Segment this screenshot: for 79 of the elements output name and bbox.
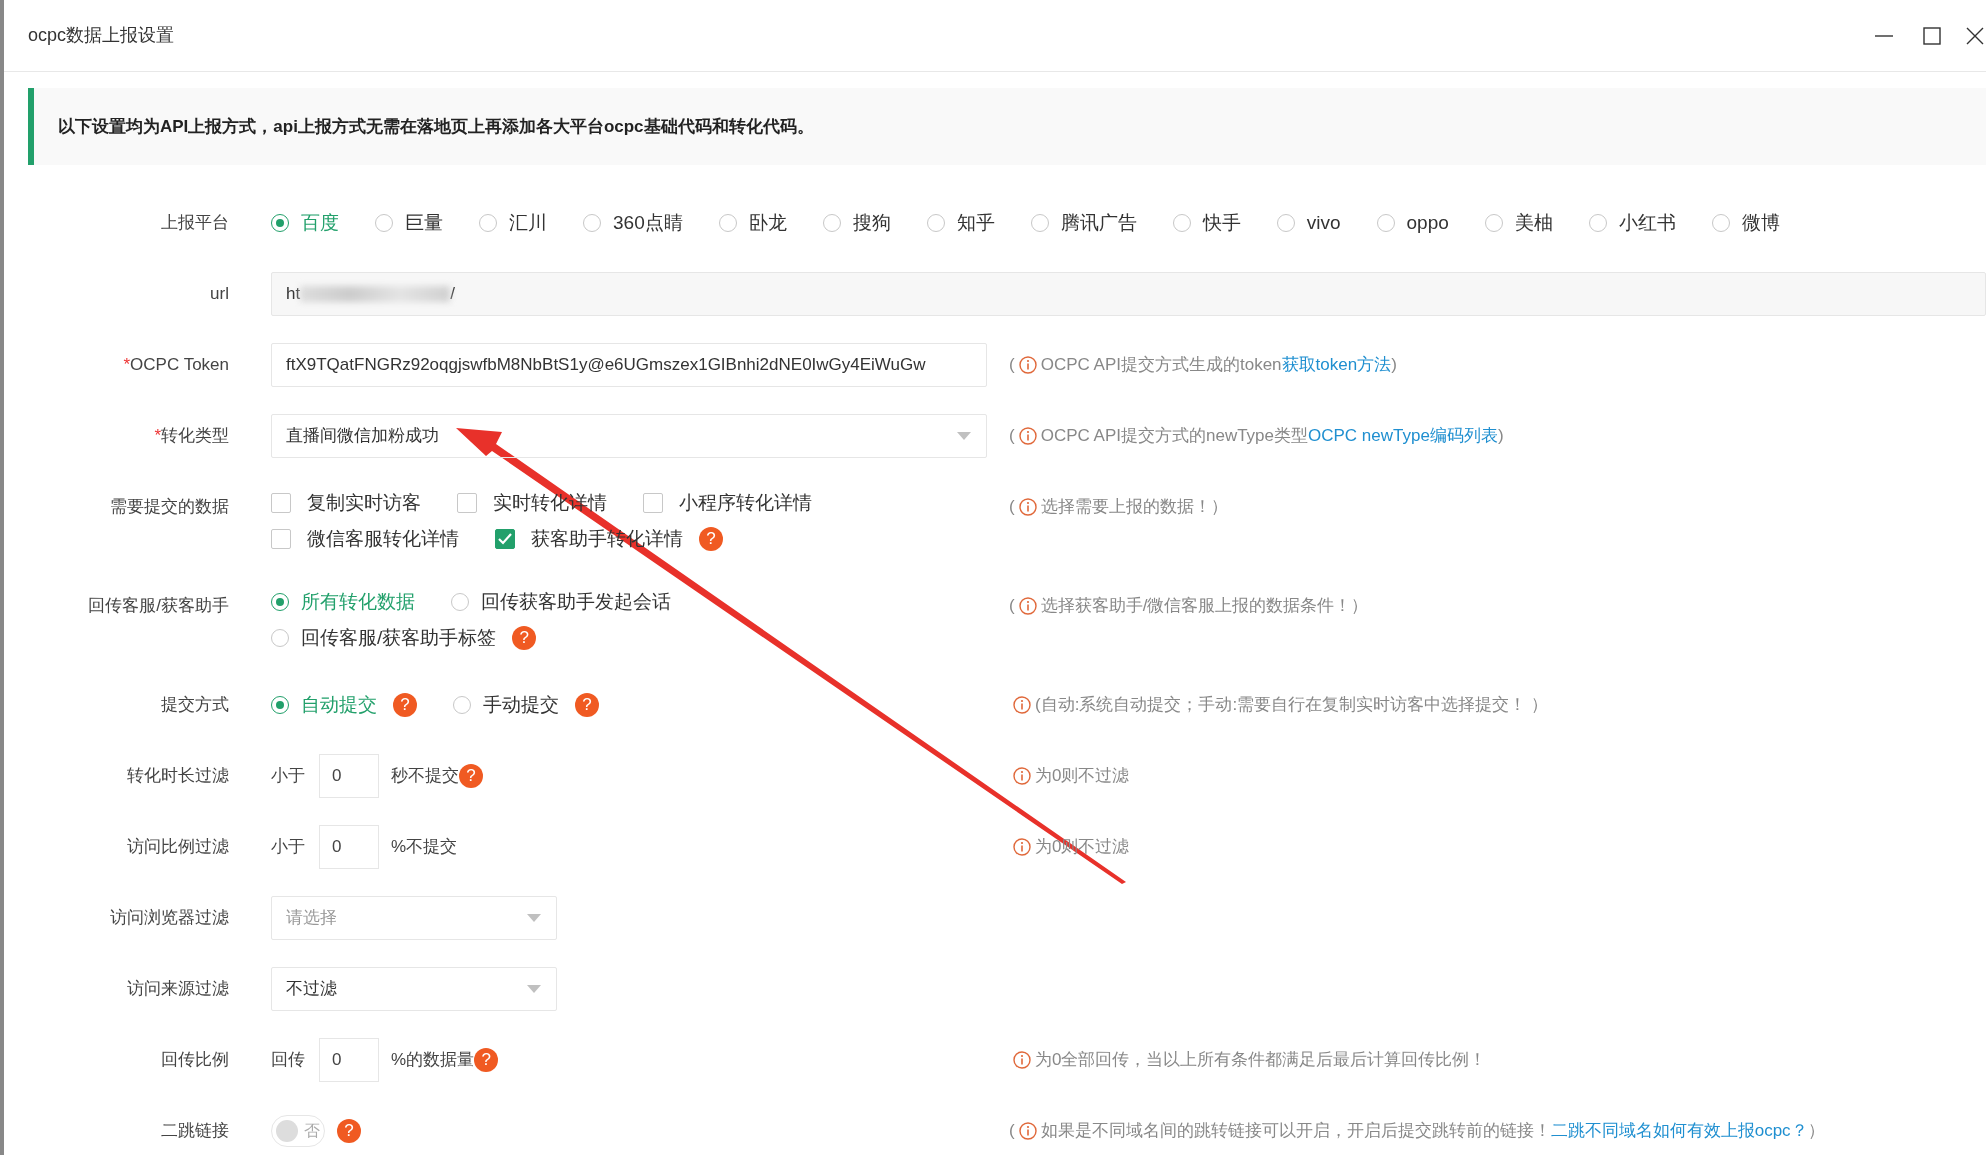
radio-option[interactable]: 回传客服/获客助手标签 xyxy=(271,623,497,653)
radio-option[interactable]: 知乎 xyxy=(926,208,995,238)
prefix-text: 小于 xyxy=(271,836,305,859)
field-label: 回传比例 xyxy=(160,1049,230,1071)
radio-option[interactable]: 卧龙 xyxy=(718,208,787,238)
radio-option[interactable]: 巨量 xyxy=(375,208,443,238)
window-title: ocpc数据上报设置 xyxy=(28,24,175,47)
field-label: 访问来源过滤 xyxy=(126,978,230,1000)
hint-text: 如果是不同域名间的跳转链接可以开启，开启后提交跳转前的链接！ xyxy=(1040,1120,1551,1142)
field-label: 回传客服/获客助手 xyxy=(87,595,230,617)
paren-text: ( xyxy=(1009,425,1015,447)
number-field[interactable]: 0 xyxy=(319,825,379,869)
suffix-text: %的数据量 xyxy=(391,1049,475,1072)
info-icon xyxy=(1018,427,1037,445)
field-label: *转化类型 xyxy=(153,425,230,447)
radio-option[interactable]: 微博 xyxy=(1711,208,1780,238)
help-link[interactable]: OCPC newType编码列表 xyxy=(1308,414,1498,458)
select-field[interactable]: 直播间微信加粉成功 xyxy=(271,414,987,458)
url-field[interactable]: ht / xyxy=(271,272,1986,316)
info-icon xyxy=(1018,597,1037,615)
radio-option[interactable]: 汇川 xyxy=(479,208,547,238)
hint-text: OCPC API提交方式的newType类型 xyxy=(1040,425,1308,447)
paren-text: ） xyxy=(1807,1120,1825,1142)
info-icon xyxy=(1013,767,1031,785)
paren-text: ( xyxy=(1009,595,1015,617)
paren-text: ( xyxy=(1009,496,1015,518)
number-field[interactable]: 0 xyxy=(319,754,379,798)
prefix-text: 小于 xyxy=(271,765,305,788)
field-label: 上报平台 xyxy=(160,212,230,234)
info-icon xyxy=(1018,1122,1037,1140)
radio-option[interactable]: 美柚 xyxy=(1484,208,1553,238)
checkmark-icon xyxy=(498,533,512,545)
radio-option[interactable]: vivo xyxy=(1276,208,1341,238)
help-link[interactable]: 二跳不同域名如何有效上报ocpc？ xyxy=(1550,1109,1808,1153)
field-label: 访问浏览器过滤 xyxy=(109,907,230,929)
hint-text: 选择获客助手/微信客服上报的数据条件！） xyxy=(1040,595,1369,617)
info-icon xyxy=(1018,356,1037,374)
token-field[interactable]: ftX9TQatFNGRz92oqgjswfbM8NbBtS1y@e6UGmszex1GIBnhi2dNE0IwGy4EiWuGw xyxy=(271,343,987,387)
field-label: *OCPC Token xyxy=(122,354,230,376)
notice-text: 以下设置均为API上报方式，api上报方式无需在落地页上再添加各大平台ocpc基础代码和转化代码。 xyxy=(58,115,814,138)
hint-text: OCPC API提交方式生成的token xyxy=(1040,354,1282,376)
radio-option[interactable]: 手动提交 xyxy=(453,690,559,720)
help-link[interactable]: 获取token方法 xyxy=(1281,343,1392,387)
dropdown-caret-icon xyxy=(526,984,542,994)
field-label: 提交方式 xyxy=(160,694,230,716)
paren-text: ( xyxy=(1009,1120,1015,1142)
prefix-text: 回传 xyxy=(271,1049,305,1072)
radio-option[interactable]: 小红书 xyxy=(1588,208,1676,238)
hint-text: (自动:系统自动提交；手动:需要自行在复制实时访客中选择提交！ ） xyxy=(1035,694,1548,716)
info-icon xyxy=(1013,838,1031,856)
suffix-text: 秒不提交 xyxy=(391,765,459,788)
info-icon xyxy=(1013,696,1031,714)
dropdown-caret-icon xyxy=(956,431,972,441)
paren-text: ( xyxy=(1009,354,1015,376)
field-label: 二跳链接 xyxy=(160,1120,230,1142)
radio-option[interactable]: 360点睛 xyxy=(583,208,683,238)
hint-text: 为0全部回传，当以上所有条件都满足后最后计算回传比例！ xyxy=(1035,1049,1487,1071)
paren-text: ) xyxy=(1391,354,1397,376)
field-label: 需要提交的数据 xyxy=(109,496,230,518)
dropdown-caret-icon xyxy=(526,913,542,923)
info-icon xyxy=(1013,1051,1031,1069)
radio-option[interactable]: 快手 xyxy=(1172,208,1241,238)
radio-option[interactable]: oppo xyxy=(1376,208,1449,238)
radio-option[interactable]: 回传获客助手发起会话 xyxy=(451,587,671,617)
radio-option[interactable]: 搜狗 xyxy=(822,208,891,238)
checkbox-option[interactable]: 微信客服转化详情 xyxy=(271,524,459,554)
checkbox-option[interactable]: 小程序转化详情 xyxy=(643,488,812,518)
number-field[interactable]: 0 xyxy=(319,1038,379,1082)
field-label: 访问比例过滤 xyxy=(126,836,230,858)
select-field[interactable]: 不过滤 xyxy=(271,967,557,1011)
hint-text: 为0则不过滤 xyxy=(1035,765,1130,787)
paren-text: ) xyxy=(1497,425,1504,447)
field-label: url xyxy=(209,283,230,305)
radio-option[interactable]: 腾讯广告 xyxy=(1030,208,1137,238)
hint-text: 选择需要上报的数据！） xyxy=(1040,496,1228,518)
suffix-text: %不提交 xyxy=(391,836,458,859)
info-icon xyxy=(1018,498,1037,516)
field-label: 转化时长过滤 xyxy=(126,765,230,787)
checkbox-option[interactable]: 复制实时访客 xyxy=(271,488,421,518)
